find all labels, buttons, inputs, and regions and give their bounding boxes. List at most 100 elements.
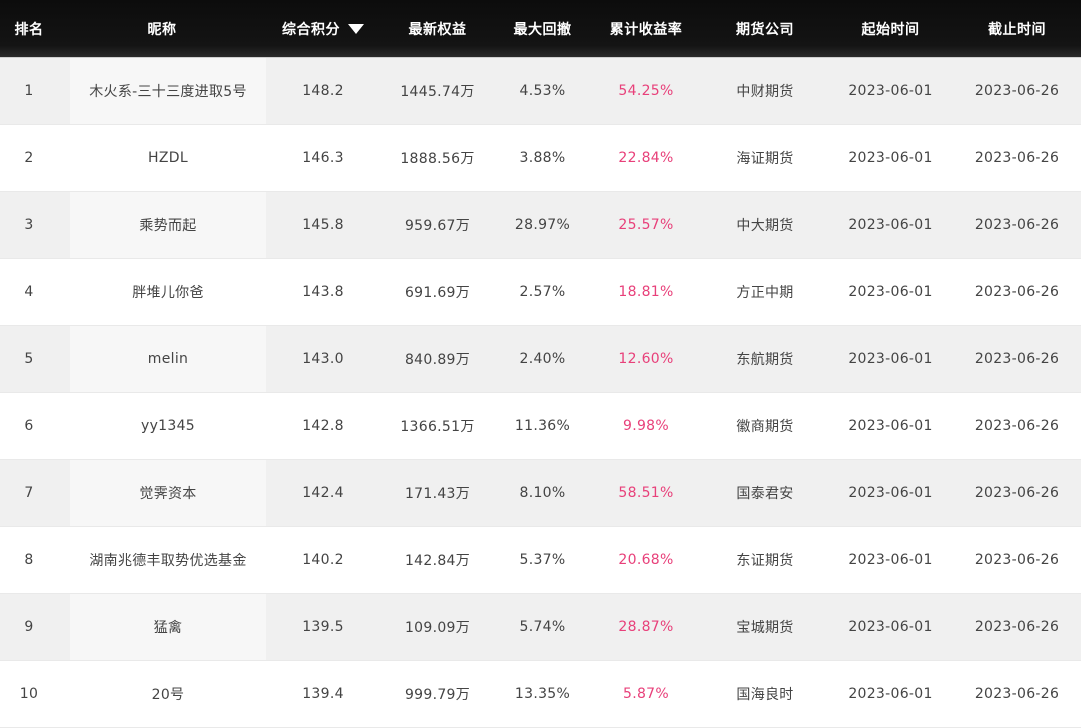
- drawdown-cell: 11.36%: [514, 418, 571, 434]
- start-time-cell: 2023-06-01: [848, 619, 933, 635]
- drawdown-cell: 13.35%: [514, 686, 571, 702]
- nickname-text: 乘势而起: [139, 218, 197, 234]
- drawdown-cell: 2.40%: [519, 351, 566, 367]
- drawdown-cell: 2.57%: [519, 284, 566, 300]
- start-time-cell: 2023-06-01: [848, 418, 933, 434]
- equity-cell: 171.43万: [404, 486, 471, 502]
- score-cell: 148.2: [302, 83, 344, 99]
- rank-cell: 7: [24, 485, 34, 501]
- rank-cell: 5: [24, 351, 34, 367]
- drawdown-cell: 4.53%: [519, 83, 566, 99]
- rank-cell: 6: [24, 418, 34, 434]
- score-cell: 139.5: [302, 619, 344, 635]
- end-time-cell: 2023-06-26: [974, 150, 1060, 166]
- nickname-text: yy1345: [141, 418, 195, 434]
- rank-cell: 10: [19, 686, 39, 702]
- start-time-cell: 2023-06-01: [848, 485, 933, 501]
- table-row[interactable]: 1 木火系-三十三度进取5号 148.2 1445.74万 4.53% 54.25% 中财期…: [0, 58, 1081, 125]
- end-time-cell: 2023-06-26: [974, 351, 1060, 367]
- table-row[interactable]: 9 猛禽 139.5 109.09万 5.74% 28.87% 宝城期货 2023-06-01…: [0, 594, 1081, 661]
- end-time-cell: 2023-06-26: [974, 552, 1060, 568]
- return-rate-cell: 5.87%: [623, 686, 669, 702]
- name-cell: 20号: [70, 661, 266, 727]
- nickname-text: 20号: [151, 687, 185, 703]
- score-cell: 143.0: [302, 351, 344, 367]
- header-name[interactable]: 昵称: [58, 0, 266, 57]
- rank-cell: 2: [24, 150, 34, 166]
- return-rate-cell: 28.87%: [618, 619, 674, 635]
- header-score-label: 综合积分: [282, 21, 340, 38]
- company-cell: 徽商期货: [736, 419, 794, 435]
- end-time-cell: 2023-06-26: [974, 686, 1060, 702]
- header-score[interactable]: 综合积分: [266, 0, 380, 57]
- table-row[interactable]: 4 胖堆儿你爸 143.8 691.69万 2.57% 18.81% 方正中期 2023-06…: [0, 259, 1081, 326]
- company-cell: 海证期货: [736, 151, 794, 167]
- drawdown-cell: 28.97%: [514, 217, 571, 233]
- drawdown-cell: 3.88%: [519, 150, 566, 166]
- company-cell: 中大期货: [736, 218, 794, 234]
- end-time-cell: 2023-06-26: [974, 284, 1060, 300]
- header-end-time[interactable]: 截止时间: [953, 0, 1081, 57]
- name-cell: 胖堆儿你爸: [70, 259, 266, 325]
- equity-cell: 1888.56万: [400, 151, 475, 167]
- table-row[interactable]: 3 乘势而起 145.8 959.67万 28.97% 25.57% 中大期货 2023-06…: [0, 192, 1081, 259]
- nickname-text: 湖南兆德丰取势优选基金: [89, 553, 247, 569]
- end-time-cell: 2023-06-26: [974, 83, 1060, 99]
- equity-cell: 1366.51万: [400, 419, 475, 435]
- start-time-cell: 2023-06-01: [848, 552, 933, 568]
- company-cell: 中财期货: [736, 84, 794, 100]
- equity-cell: 840.89万: [404, 352, 471, 368]
- table-row[interactable]: 7 觉霁资本 142.4 171.43万 8.10% 58.51% 国泰君安 2023-06-…: [0, 460, 1081, 527]
- return-rate-cell: 9.98%: [623, 418, 669, 434]
- company-cell: 东航期货: [736, 352, 794, 368]
- name-cell: 猛禽: [70, 594, 266, 660]
- end-time-cell: 2023-06-26: [974, 485, 1060, 501]
- name-cell: 湖南兆德丰取势优选基金: [70, 527, 266, 593]
- company-cell: 方正中期: [736, 285, 794, 301]
- name-cell: 乘势而起: [70, 192, 266, 258]
- table-row[interactable]: 10 20号 139.4 999.79万 13.35% 5.87% 国海良时 2023-06-…: [0, 661, 1081, 728]
- company-cell: 国海良时: [736, 687, 794, 703]
- end-time-cell: 2023-06-26: [974, 217, 1060, 233]
- name-cell: 木火系-三十三度进取5号: [70, 58, 266, 124]
- return-rate-cell: 22.84%: [618, 150, 674, 166]
- header-rank[interactable]: 排名: [0, 0, 58, 57]
- score-cell: 140.2: [302, 552, 344, 568]
- table-row[interactable]: 6 yy1345 142.8 1366.51万 11.36% 9.98% 徽商期货 2023-…: [0, 393, 1081, 460]
- header-drawdown[interactable]: 最大回撤: [495, 0, 590, 57]
- end-time-cell: 2023-06-26: [974, 418, 1060, 434]
- start-time-cell: 2023-06-01: [848, 217, 933, 233]
- rank-cell: 9: [24, 619, 34, 635]
- drawdown-cell: 8.10%: [519, 485, 566, 501]
- drawdown-cell: 5.37%: [519, 552, 566, 568]
- name-cell: HZDL: [70, 125, 266, 191]
- equity-cell: 1445.74万: [400, 84, 475, 100]
- return-rate-cell: 18.81%: [618, 284, 674, 300]
- return-rate-cell: 20.68%: [618, 552, 674, 568]
- nickname-text: 觉霁资本: [139, 486, 197, 502]
- header-return-rate[interactable]: 累计收益率: [590, 0, 702, 57]
- nickname-text: 木火系-三十三度进取5号: [89, 84, 247, 100]
- header-equity[interactable]: 最新权益: [380, 0, 495, 57]
- nickname-text: melin: [147, 351, 189, 367]
- name-cell: yy1345: [70, 393, 266, 459]
- header-start-time[interactable]: 起始时间: [828, 0, 953, 57]
- table-row[interactable]: 8 湖南兆德丰取势优选基金 140.2 142.84万 5.37% 20.68% 东证期货 2…: [0, 527, 1081, 594]
- score-cell: 142.8: [302, 418, 344, 434]
- score-cell: 142.4: [302, 485, 344, 501]
- score-cell: 146.3: [302, 150, 344, 166]
- start-time-cell: 2023-06-01: [848, 150, 933, 166]
- company-cell: 东证期货: [736, 553, 794, 569]
- return-rate-cell: 25.57%: [618, 217, 674, 233]
- drawdown-cell: 5.74%: [519, 619, 566, 635]
- score-cell: 143.8: [302, 284, 344, 300]
- return-rate-cell: 54.25%: [618, 83, 674, 99]
- table-row[interactable]: 5 melin 143.0 840.89万 2.40% 12.60% 东航期货 2023-06…: [0, 326, 1081, 393]
- return-rate-cell: 58.51%: [618, 485, 674, 501]
- table-row[interactable]: 2 HZDL 146.3 1888.56万 3.88% 22.84% 海证期货 2023-06…: [0, 125, 1081, 192]
- equity-cell: 142.84万: [404, 553, 471, 569]
- rank-cell: 1: [24, 83, 34, 99]
- sort-desc-icon[interactable]: [348, 23, 364, 34]
- header-company[interactable]: 期货公司: [702, 0, 828, 57]
- return-rate-cell: 12.60%: [618, 351, 674, 367]
